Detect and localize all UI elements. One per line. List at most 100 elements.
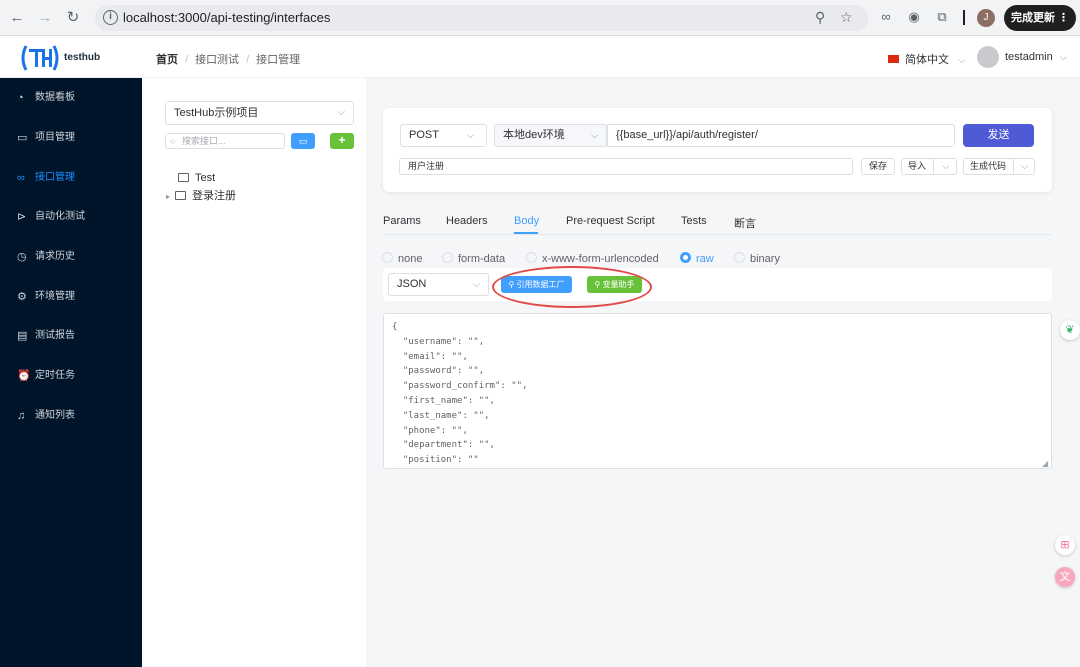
extension-icon[interactable]: ◉: [906, 9, 922, 25]
app-logo[interactable]: testhub: [18, 43, 108, 73]
username: testadmin: [1005, 51, 1053, 63]
caret-right-icon[interactable]: ▸: [166, 192, 170, 201]
import-label: 导入: [908, 161, 927, 171]
bell-icon: ♫: [17, 410, 26, 422]
sidebar-item-label: 环境管理: [35, 291, 75, 302]
environment-value: 本地dev环境: [503, 129, 565, 141]
radio-binary[interactable]: binary: [734, 252, 780, 266]
tab-params[interactable]: Params: [383, 215, 421, 227]
back-icon[interactable]: ←: [7, 8, 27, 28]
import-button[interactable]: 导入 ⌵: [901, 158, 957, 175]
radio-dot: [734, 252, 745, 263]
folder-icon: [175, 190, 187, 200]
chevron-down-icon: ⌵: [1059, 52, 1067, 62]
radio-dot: [680, 252, 691, 263]
radio-dot: [526, 252, 537, 263]
history-icon: ◷: [17, 251, 27, 263]
body-format-select[interactable]: JSON ⌵: [388, 273, 489, 296]
radio-x-www-form-urlencoded[interactable]: x-www-form-urlencoded: [526, 252, 659, 266]
chevron-down-icon[interactable]: ⌵: [1021, 159, 1028, 174]
bookmark-star-icon[interactable]: ☆: [840, 9, 853, 26]
breadcrumb-item[interactable]: 接口测试: [195, 54, 239, 66]
profile-avatar[interactable]: J: [977, 9, 995, 27]
breadcrumb-separator: /: [185, 54, 189, 66]
tab-tests[interactable]: Tests: [681, 215, 707, 227]
extensions-puzzle-icon[interactable]: ⧉: [934, 9, 950, 25]
reload-icon[interactable]: ↻: [63, 8, 83, 28]
user-menu[interactable]: testadmin ⌵: [1005, 51, 1067, 63]
active-tab-indicator: [514, 232, 538, 234]
tree-node[interactable]: Test: [178, 170, 215, 186]
radio-dot: [442, 252, 453, 263]
environment-select[interactable]: 本地dev环境 ⌵: [494, 124, 607, 147]
forward-icon[interactable]: →: [35, 8, 55, 28]
radio-form-data[interactable]: form-data: [442, 252, 505, 266]
toolbar-divider: [963, 10, 965, 25]
play-icon: ⊳: [17, 211, 27, 223]
divider: [1013, 158, 1014, 175]
apps-add-icon[interactable]: ⊞: [1055, 535, 1075, 555]
china-flag-icon: [888, 55, 899, 63]
sidebar-item-projects[interactable]: ▭ 项目管理: [0, 119, 142, 157]
sidebar-item-label: 接口管理: [35, 172, 75, 183]
radio-none[interactable]: none: [382, 252, 422, 266]
gear-icon: ⚙: [17, 291, 27, 303]
user-avatar[interactable]: [977, 46, 999, 68]
search-placeholder: 搜索接口...: [182, 136, 226, 146]
send-button[interactable]: 发送: [963, 124, 1034, 147]
body-code-editor[interactable]: { "username": "", "email": "", "password…: [383, 313, 1052, 469]
tab-pre-request-script[interactable]: Pre-request Script: [566, 215, 655, 227]
resize-handle-icon[interactable]: ◢: [1042, 459, 1048, 468]
sidebar-item-interfaces[interactable]: ∞ 接口管理: [0, 159, 142, 197]
language-selector[interactable]: 简体中文 ⌵: [888, 51, 965, 67]
sidebar-item-label: 定时任务: [35, 370, 75, 381]
folder-icon: ▭: [298, 136, 308, 146]
tree-node[interactable]: ▸ 登录注册: [166, 188, 236, 204]
breadcrumb-current: 接口管理: [256, 54, 301, 66]
sidebar-item-reports[interactable]: ▤ 测试报告: [0, 317, 142, 355]
method-select[interactable]: POST ⌵: [400, 124, 487, 147]
sidebar-item-notifications[interactable]: ♫ 通知列表: [0, 397, 142, 435]
interface-search-input[interactable]: ○ 搜索接口...: [165, 133, 285, 149]
radio-label: binary: [750, 253, 780, 265]
sidebar-item-dashboard[interactable]: ◔ 数据看板: [0, 79, 142, 117]
url-input[interactable]: {{base_url}}/api/auth/register/: [607, 124, 955, 147]
leaf-icon[interactable]: ❦: [1060, 320, 1080, 340]
breadcrumb-home[interactable]: 首页: [156, 54, 178, 66]
breadcrumb-separator: /: [246, 54, 250, 66]
sidebar-item-environments[interactable]: ⚙ 环境管理: [0, 278, 142, 316]
chevron-down-icon: ⌵: [473, 279, 480, 289]
generate-code-button[interactable]: 生成代码 ⌵: [963, 158, 1035, 175]
sidebar-item-history[interactable]: ◷ 请求历史: [0, 238, 142, 276]
sidebar-item-label: 自动化测试: [35, 211, 85, 222]
annotation-circle: [492, 266, 652, 308]
extension-icon[interactable]: ∞: [878, 9, 894, 25]
sidebar-item-label: 项目管理: [35, 132, 75, 143]
translate-icon[interactable]: 文: [1055, 567, 1075, 587]
radio-label: raw: [696, 253, 714, 265]
save-button[interactable]: 保存: [861, 158, 895, 175]
radio-raw[interactable]: raw: [680, 252, 714, 266]
sidebar-item-label: 测试报告: [35, 330, 75, 341]
tab-assertions[interactable]: 断言: [734, 215, 756, 231]
chevron-down-icon[interactable]: ⌵: [942, 159, 949, 174]
new-folder-button[interactable]: ▭: [291, 133, 315, 149]
generate-code-label: 生成代码: [970, 161, 1007, 171]
tabs-divider: [383, 234, 1052, 235]
sidebar-item-label: 请求历史: [35, 251, 75, 262]
add-interface-button[interactable]: +: [330, 133, 354, 149]
sidebar-item-label: 数据看板: [35, 92, 75, 103]
tab-body[interactable]: Body: [514, 215, 539, 227]
update-button[interactable]: 完成更新 ⋮: [1004, 5, 1076, 31]
tab-headers[interactable]: Headers: [446, 215, 488, 227]
project-select[interactable]: TestHub示例项目 ⌵: [165, 101, 354, 125]
site-info-icon[interactable]: i: [103, 10, 118, 25]
tree-node-label: Test: [195, 172, 216, 184]
chevron-down-icon: ⌵: [591, 130, 598, 140]
sidebar-item-automation[interactable]: ⊳ 自动化测试: [0, 198, 142, 236]
zoom-icon[interactable]: ⚲: [815, 9, 825, 26]
chevron-down-icon: ⌵: [467, 130, 474, 140]
sidebar-item-scheduled[interactable]: ⏰ 定时任务: [0, 357, 142, 395]
request-name-input[interactable]: 用户注册: [399, 158, 853, 175]
address-bar[interactable]: i localhost:3000/api-testing/interfaces …: [95, 5, 868, 31]
